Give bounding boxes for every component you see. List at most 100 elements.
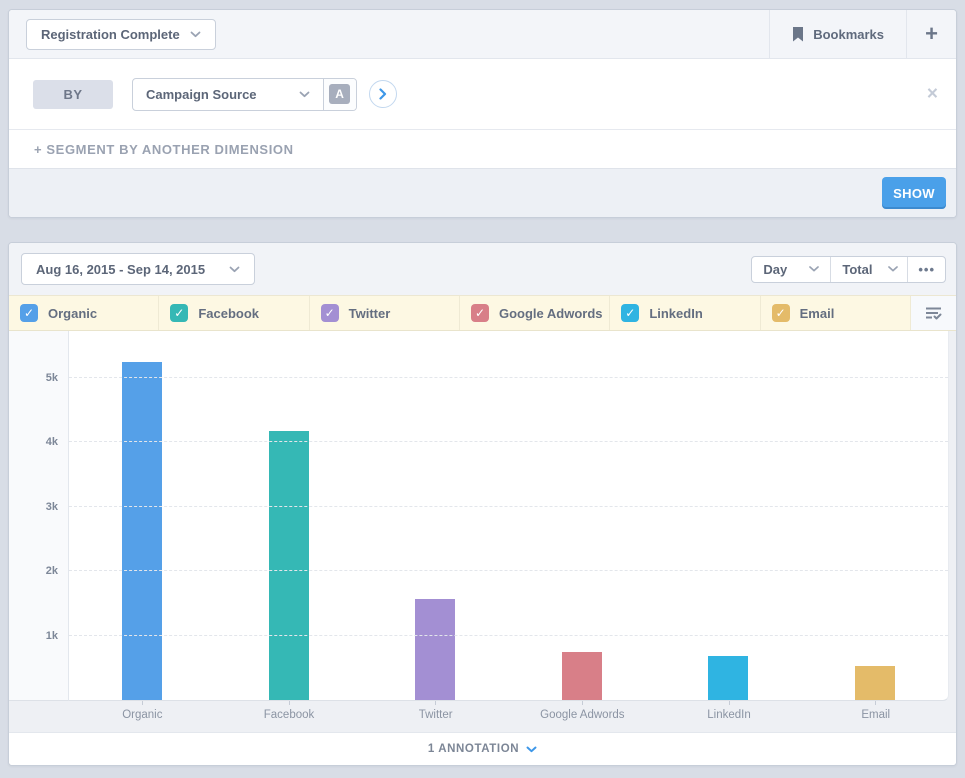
x-tick-mark <box>435 701 437 705</box>
plus-icon: + <box>925 21 938 46</box>
bar-google-adwords[interactable] <box>561 652 602 700</box>
dimension-selector-label: Campaign Source <box>146 86 257 102</box>
chevron-down-icon <box>526 746 537 753</box>
header-toolbar: Bookmarks + <box>769 10 956 58</box>
x-tick-mark <box>581 701 583 705</box>
series-label: LinkedIn <box>649 305 703 321</box>
x-axis-column: Email <box>802 701 949 732</box>
y-tick-label: 2k <box>45 565 58 577</box>
x-axis-column: Organic <box>69 701 216 732</box>
x-axis-label: Google Adwords <box>540 709 625 721</box>
toggle-all-series-button[interactable] <box>910 296 956 330</box>
x-axis-column: LinkedIn <box>656 701 803 732</box>
gridline <box>69 506 948 507</box>
y-tick-label: 3k <box>45 501 58 513</box>
y-tick-label: 5k <box>45 372 58 384</box>
dimension-selector-dropdown[interactable]: Campaign Source A <box>132 77 357 111</box>
chevron-right-icon <box>378 88 387 100</box>
x-tick-mark <box>141 701 143 705</box>
x-axis-label: Twitter <box>418 709 453 721</box>
legend-item-linkedin[interactable]: ✓ LinkedIn <box>610 296 761 330</box>
plot-area <box>69 331 949 701</box>
event-selector-label: Registration Complete <box>41 26 180 42</box>
gridline <box>69 570 948 571</box>
series-label: Facebook <box>198 305 260 321</box>
series-checkbox[interactable]: ✓ <box>771 304 790 322</box>
bookmarks-button[interactable]: Bookmarks <box>769 10 906 58</box>
x-axis-column: Facebook <box>216 701 363 732</box>
chevron-down-icon <box>299 91 310 98</box>
bookmark-icon <box>792 26 804 42</box>
series-label: Email <box>799 305 835 321</box>
y-axis: 1k 2k 3k 4k 5k <box>9 331 69 701</box>
add-segment-row: + SEGMENT BY ANOTHER DIMENSION <box>9 129 956 168</box>
metric-label: Total <box>842 261 873 277</box>
legend-item-facebook[interactable]: ✓ Facebook <box>159 296 310 330</box>
remove-segment-icon[interactable]: × <box>927 85 938 104</box>
event-selector-dropdown[interactable]: Registration Complete <box>26 18 216 50</box>
chart-options-group: Day Total ••• <box>751 255 946 283</box>
x-tick-mark <box>288 701 290 705</box>
legend-item-email[interactable]: ✓ Email <box>761 296 911 330</box>
bar-column <box>509 652 656 700</box>
series-checkbox[interactable]: ✓ <box>20 304 38 322</box>
x-tick-mark <box>875 701 877 705</box>
alpha-badge: A <box>329 84 351 104</box>
legend-item-google-adwords[interactable]: ✓ Google Adwords <box>460 296 611 330</box>
series-checkbox[interactable]: ✓ <box>621 304 640 322</box>
bar-column <box>655 656 802 700</box>
legend-item-twitter[interactable]: ✓ Twitter <box>310 296 460 330</box>
series-label: Organic <box>48 305 98 321</box>
x-axis-column: Twitter <box>362 701 509 732</box>
bar-organic[interactable] <box>122 362 163 700</box>
more-options-button[interactable]: ••• <box>907 256 945 282</box>
x-axis: Organic Facebook Twitter Google Adwords Link… <box>9 701 956 732</box>
series-checkbox[interactable]: ✓ <box>320 304 339 322</box>
chart-toolbar: Aug 16, 2015 - Sep 14, 2015 Day Total ••… <box>9 243 956 295</box>
bookmarks-label: Bookmarks <box>813 26 884 42</box>
interval-dropdown[interactable]: Day <box>752 257 830 282</box>
date-range-dropdown[interactable]: Aug 16, 2015 - Sep 14, 2015 <box>21 253 256 285</box>
series-label: Google Adwords <box>498 305 603 321</box>
x-tick-mark <box>728 701 730 705</box>
legend-item-organic[interactable]: ✓ Organic <box>9 296 160 330</box>
series-label: Twitter <box>348 305 391 321</box>
show-button[interactable]: SHOW <box>882 177 946 209</box>
bar-column <box>802 666 949 700</box>
x-axis-label: Facebook <box>263 709 315 721</box>
interval-label: Day <box>763 261 788 277</box>
alpha-sort-toggle[interactable]: A <box>322 78 356 110</box>
chevron-down-icon <box>229 266 240 273</box>
x-axis-label: Email <box>861 709 891 721</box>
segment-by-row: BY Campaign Source A × <box>9 59 956 129</box>
y-tick-label: 1k <box>45 630 58 642</box>
by-tag: BY <box>33 79 113 109</box>
bars-container <box>69 331 948 700</box>
annotations-bar[interactable]: 1 ANNOTATION <box>9 732 956 765</box>
bar-twitter[interactable] <box>415 599 456 700</box>
y-tick-label: 4k <box>45 436 58 448</box>
series-legend: ✓ Organic ✓ Facebook ✓ Twitter ✓ Google Adwords… <box>9 295 956 331</box>
bar-facebook[interactable] <box>268 431 309 700</box>
gridline <box>69 377 948 378</box>
gridline <box>69 635 948 636</box>
bar-linkedin[interactable] <box>708 656 749 700</box>
date-range-label: Aug 16, 2015 - Sep 14, 2015 <box>36 261 206 277</box>
panel-footer: SHOW <box>9 168 956 217</box>
metric-dropdown[interactable]: Total <box>830 256 907 282</box>
bar-column <box>216 431 363 700</box>
segment-by-another-dimension-link[interactable]: + SEGMENT BY ANOTHER DIMENSION <box>34 142 294 157</box>
chevron-down-icon <box>888 266 899 272</box>
add-report-button[interactable]: + <box>906 10 956 58</box>
ellipsis-icon: ••• <box>918 261 935 277</box>
apply-dimension-button[interactable] <box>368 80 397 108</box>
chart-panel: Aug 16, 2015 - Sep 14, 2015 Day Total ••… <box>8 242 957 766</box>
series-checkbox[interactable]: ✓ <box>470 304 489 322</box>
chart-area: 1k 2k 3k 4k 5k <box>9 331 956 701</box>
x-axis-label: Organic <box>122 709 163 721</box>
bar-email[interactable] <box>854 666 895 700</box>
annotations-label: 1 ANNOTATION <box>427 743 520 755</box>
gridline <box>69 441 948 442</box>
dimension-selector-main: Campaign Source <box>133 79 323 110</box>
series-checkbox[interactable]: ✓ <box>170 304 189 322</box>
